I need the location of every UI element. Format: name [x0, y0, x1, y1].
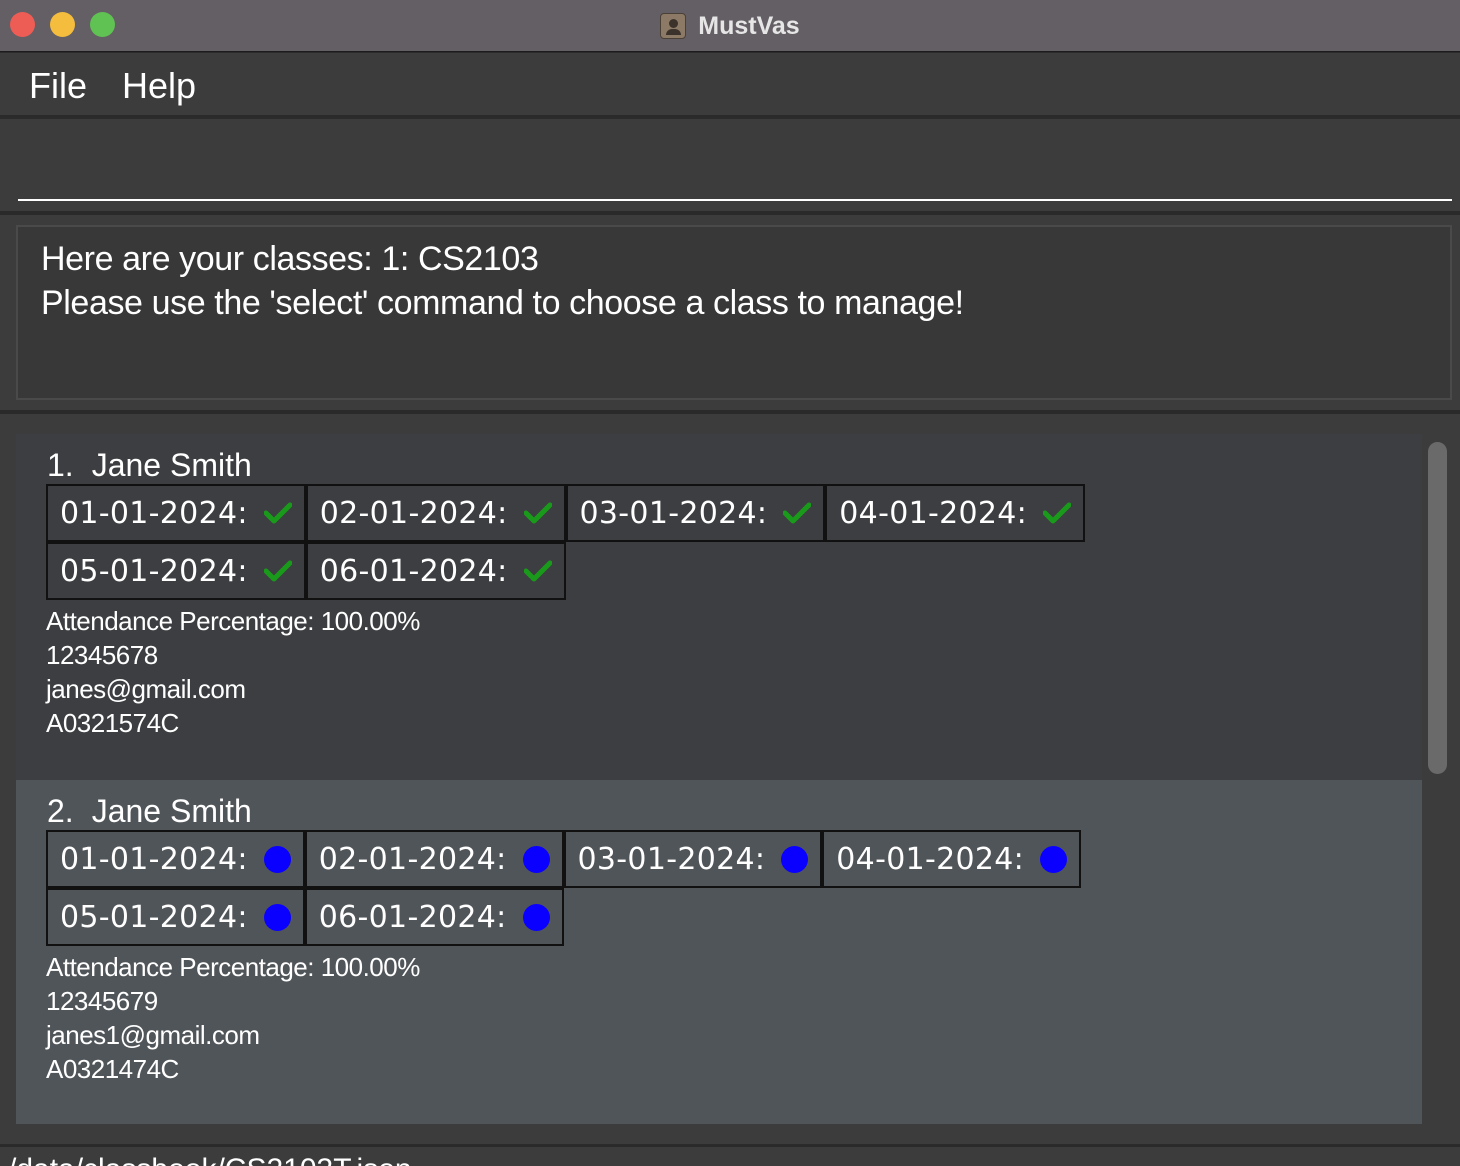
window-title-wrap: MustVas — [0, 0, 1460, 52]
result-line-2: Please use the 'select' command to choos… — [41, 284, 964, 322]
attendance-date: 05-01-2024: — [60, 899, 248, 935]
student-phone: 12345679 — [46, 986, 158, 1016]
checkmark-icon — [523, 502, 552, 524]
status-bar: /data/classbook/CS2103T.json — [0, 1145, 1460, 1166]
student-list-panel: 1. Jane Smith 01-01-2024: 02-01-2024: 03-01… — [0, 414, 1460, 1144]
student-phone: 12345678 — [46, 640, 158, 670]
attendance-date: 03-01-2024: — [577, 841, 766, 877]
title-bar: MustVas — [0, 0, 1460, 52]
checkmark-icon — [263, 560, 292, 582]
student-id: A0321574C — [46, 708, 179, 738]
unmarked-dot-icon — [522, 903, 550, 931]
student-name: Jane Smith — [91, 793, 252, 829]
result-display: Here are your classes: 1: CS2103 Please … — [0, 215, 1460, 410]
unmarked-dot-icon — [1040, 845, 1068, 873]
student-card[interactable]: 2. Jane Smith 01-01-2024: 02-01-2024: 03-01… — [16, 780, 1422, 1124]
attendance-list: 01-01-2024: 02-01-2024: 03-01-2024: 04-01-2… — [46, 830, 1266, 946]
attendance-chip: 03-01-2024: — [565, 484, 826, 542]
checkmark-icon — [263, 502, 292, 524]
attendance-date: 02-01-2024: — [319, 495, 508, 531]
attendance-chip: 01-01-2024: — [46, 830, 305, 888]
student-card[interactable]: 1. Jane Smith 01-01-2024: 02-01-2024: 03-01… — [16, 434, 1422, 780]
menu-bar: File Help — [0, 53, 1460, 117]
attendance-date: 06-01-2024: — [318, 899, 507, 935]
attendance-chip: 03-01-2024: — [563, 830, 823, 888]
attendance-chip: 05-01-2024: — [46, 888, 305, 946]
command-box — [0, 119, 1460, 211]
attendance-percentage: Attendance Percentage: 100.00% — [46, 952, 420, 982]
unmarked-dot-icon — [522, 845, 550, 873]
student-id: A0321474C — [46, 1054, 179, 1084]
command-input[interactable] — [18, 125, 1452, 201]
checkmark-icon — [783, 502, 812, 524]
student-info: Attendance Percentage: 100.00% 12345678 … — [46, 604, 1392, 740]
attendance-date: 01-01-2024: — [60, 495, 248, 531]
attendance-chip: 01-01-2024: — [46, 484, 306, 542]
student-info: Attendance Percentage: 100.00% 12345679 … — [46, 950, 1392, 1086]
list-scrollbar[interactable] — [1428, 442, 1447, 774]
attendance-date: 04-01-2024: — [839, 495, 1028, 531]
menu-help[interactable]: Help — [122, 63, 196, 109]
attendance-date: 01-01-2024: — [60, 841, 248, 877]
result-line-1: Here are your classes: 1: CS2103 — [41, 240, 539, 278]
checkmark-icon — [523, 560, 552, 582]
student-index: 1. — [47, 447, 74, 483]
student-name: Jane Smith — [91, 447, 252, 483]
student-email: janes@gmail.com — [46, 674, 246, 704]
attendance-date: 02-01-2024: — [318, 841, 507, 877]
attendance-chip: 04-01-2024: — [825, 484, 1086, 542]
window-title: MustVas — [698, 11, 800, 40]
attendance-chip: 02-01-2024: — [304, 830, 564, 888]
attendance-chip: 06-01-2024: — [304, 888, 564, 946]
student-email: janes1@gmail.com — [46, 1020, 260, 1050]
student-name-row: 2. Jane Smith — [46, 794, 1392, 828]
unmarked-dot-icon — [781, 845, 809, 873]
attendance-list: 01-01-2024: 02-01-2024: 03-01-2024: 04-01-2… — [46, 484, 1266, 600]
contact-card-icon — [660, 13, 687, 39]
unmarked-dot-icon — [263, 903, 291, 931]
attendance-date: 04-01-2024: — [836, 841, 1025, 877]
attendance-chip: 06-01-2024: — [305, 542, 566, 600]
attendance-chip: 04-01-2024: — [822, 830, 1082, 888]
attendance-chip: 05-01-2024: — [46, 542, 306, 600]
menu-file[interactable]: File — [29, 63, 87, 109]
student-list[interactable]: 1. Jane Smith 01-01-2024: 02-01-2024: 03-01… — [16, 434, 1422, 1124]
result-text-area[interactable]: Here are your classes: 1: CS2103 Please … — [16, 225, 1452, 400]
attendance-date: 05-01-2024: — [60, 553, 248, 589]
attendance-percentage: Attendance Percentage: 100.00% — [46, 606, 420, 636]
status-file-path: /data/classbook/CS2103T.json — [8, 1153, 412, 1166]
attendance-date: 03-01-2024: — [579, 495, 768, 531]
attendance-date: 06-01-2024: — [319, 553, 508, 589]
student-name-row: 1. Jane Smith — [46, 448, 1392, 482]
checkmark-icon — [1043, 502, 1072, 524]
attendance-chip: 02-01-2024: — [305, 484, 566, 542]
student-index: 2. — [47, 793, 74, 829]
unmarked-dot-icon — [263, 845, 291, 873]
